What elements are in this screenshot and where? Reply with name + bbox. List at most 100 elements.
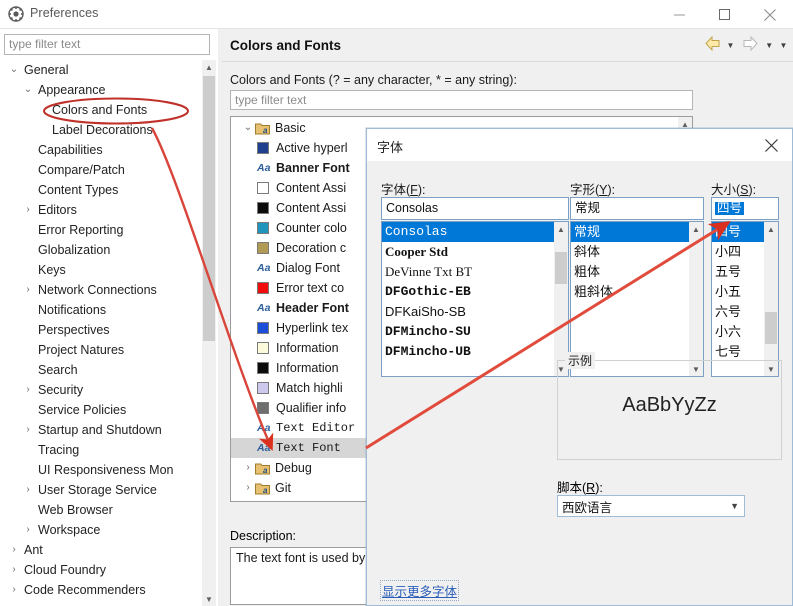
font-family-option[interactable]: Consolas [382, 222, 554, 242]
chevron-right-icon[interactable]: › [20, 380, 36, 400]
chevron-right-icon[interactable]: › [20, 520, 36, 540]
close-icon[interactable] [747, 0, 792, 29]
font-family-option[interactable]: DFGothic-EB [382, 282, 554, 302]
minimize-icon[interactable] [657, 0, 702, 29]
sidebar-item-editors[interactable]: › Editors [0, 200, 218, 220]
scrollbar-thumb[interactable] [555, 252, 567, 284]
font-style-option[interactable]: 常规 [571, 222, 689, 242]
scroll-down-icon[interactable]: ▼ [202, 592, 216, 606]
font-style-input[interactable]: 常规 [570, 197, 704, 220]
chevron-right-icon[interactable]: › [241, 458, 255, 478]
font-family-option[interactable]: Cooper Std [382, 242, 554, 262]
folder-icon: a [255, 121, 271, 135]
scroll-up-icon[interactable]: ▲ [202, 60, 216, 74]
sidebar-item-capabilities[interactable]: Capabilities [0, 140, 218, 160]
font-size-input-value: 四号 [715, 201, 745, 216]
font-size-option[interactable]: 五号 [712, 262, 764, 282]
back-arrow-icon[interactable] [703, 35, 722, 55]
sidebar-filter-input[interactable]: type filter text [4, 34, 210, 55]
scrollbar-thumb[interactable] [203, 76, 215, 341]
forward-arrow-icon[interactable] [741, 35, 760, 55]
sidebar-item-search[interactable]: Search [0, 360, 218, 380]
sidebar-item-content-types[interactable]: Content Types [0, 180, 218, 200]
colors-fonts-row-label: Header Font [276, 301, 349, 315]
chevron-down-icon[interactable]: ▼ [730, 501, 739, 511]
scroll-up-icon[interactable]: ▲ [764, 222, 778, 236]
sidebar-item-ui-responsiveness-mon[interactable]: UI Responsiveness Mon [0, 460, 218, 480]
sidebar-item-cloud-foundry[interactable]: › Cloud Foundry [0, 560, 218, 580]
scroll-up-icon[interactable]: ▲ [689, 222, 703, 236]
sidebar-item-workspace[interactable]: › Workspace [0, 520, 218, 540]
sidebar-item-appearance[interactable]: ⌄ Appearance [0, 80, 218, 100]
sidebar-item-globalization[interactable]: Globalization [0, 240, 218, 260]
show-more-fonts-link[interactable]: 显示更多字体 [379, 580, 460, 601]
font-family-option[interactable]: DFMincho-SU [382, 322, 554, 342]
font-style-option[interactable]: 粗体 [571, 262, 689, 282]
font-style-option[interactable]: 粗斜体 [571, 282, 689, 302]
chevron-down-icon[interactable]: ⌄ [6, 60, 22, 80]
sidebar-item-general[interactable]: ⌄ General [0, 60, 218, 80]
forward-dropdown-icon[interactable]: ▼ [764, 41, 775, 50]
sidebar-item-label: Service Policies [38, 403, 127, 417]
font-family-list[interactable]: Consolas Cooper Std DeVinne Txt BT DFGothic… [381, 221, 569, 377]
sidebar-item-user-storage-service[interactable]: › User Storage Service [0, 480, 218, 500]
sidebar-item-service-policies[interactable]: Service Policies [0, 400, 218, 420]
chevron-right-icon[interactable]: › [6, 580, 22, 600]
sidebar-item-ant[interactable]: › Ant [0, 540, 218, 560]
sidebar-scrollbar[interactable]: ▲ ▼ [202, 60, 216, 606]
sidebar-item-compare-patch[interactable]: Compare/Patch [0, 160, 218, 180]
sidebar-item-notifications[interactable]: Notifications [0, 300, 218, 320]
scroll-up-icon[interactable]: ▲ [554, 222, 568, 236]
sidebar-item-web-browser[interactable]: Web Browser [0, 500, 218, 520]
font-family-option[interactable]: DFMincho-UB [382, 342, 554, 362]
font-size-option[interactable]: 四号 [712, 222, 764, 242]
chevron-right-icon[interactable]: › [6, 540, 22, 560]
sidebar-item-tracing[interactable]: Tracing [0, 440, 218, 460]
font-style-scrollbar[interactable]: ▲ ▼ [689, 222, 703, 376]
font-family-input[interactable]: Consolas [381, 197, 569, 220]
font-size-option[interactable]: 六号 [712, 302, 764, 322]
font-size-option[interactable]: 小六 [712, 322, 764, 342]
sidebar-tree[interactable]: ⌄ General ⌄ Appearance Colors and Fonts Label… [0, 60, 218, 606]
chevron-right-icon[interactable]: › [20, 420, 36, 440]
back-dropdown-icon[interactable]: ▼ [725, 41, 736, 50]
font-aa-icon: Aa [257, 302, 271, 314]
font-family-option[interactable]: DFKaiSho-SB [382, 302, 554, 322]
window-title: Preferences [30, 6, 99, 20]
font-aa-icon: Aa [257, 262, 271, 274]
font-size-input[interactable]: 四号 [711, 197, 779, 220]
scrollbar-thumb[interactable] [765, 312, 777, 344]
sidebar-item-code-recommenders[interactable]: › Code Recommenders [0, 580, 218, 600]
sidebar-item-label-decorations[interactable]: Label Decorations [0, 120, 218, 140]
font-size-option[interactable]: 小五 [712, 282, 764, 302]
font-size-scrollbar[interactable]: ▲ ▼ [764, 222, 778, 376]
chevron-right-icon[interactable]: › [20, 280, 36, 300]
font-family-option[interactable]: DeVinne Txt BT [382, 262, 554, 282]
close-icon[interactable] [750, 129, 792, 161]
font-size-list[interactable]: 四号 小四 五号 小五 六号 小六 七号 ▲ ▼ [711, 221, 779, 377]
colors-fonts-row-label: Information [276, 341, 339, 355]
chevron-right-icon[interactable]: › [20, 480, 36, 500]
more-dropdown-icon[interactable]: ▼ [778, 41, 789, 50]
colors-fonts-filter-input[interactable]: type filter text [230, 90, 693, 110]
chevron-right-icon[interactable]: › [20, 200, 36, 220]
sidebar-item-keys[interactable]: Keys [0, 260, 218, 280]
sidebar-item-error-reporting[interactable]: Error Reporting [0, 220, 218, 240]
maximize-icon[interactable] [702, 0, 747, 29]
chevron-down-icon[interactable]: ⌄ [20, 80, 36, 100]
sidebar-item-startup-and-shutdown[interactable]: › Startup and Shutdown [0, 420, 218, 440]
sidebar-item-network-connections[interactable]: › Network Connections [0, 280, 218, 300]
script-select[interactable]: 西欧语言 ▼ [557, 495, 745, 517]
sidebar-item-perspectives[interactable]: Perspectives [0, 320, 218, 340]
font-style-option[interactable]: 斜体 [571, 242, 689, 262]
sidebar-item-project-natures[interactable]: Project Natures [0, 340, 218, 360]
font-size-option[interactable]: 七号 [712, 342, 764, 362]
sidebar-item-colors-and-fonts[interactable]: Colors and Fonts [0, 100, 218, 120]
font-size-option[interactable]: 小四 [712, 242, 764, 262]
chevron-right-icon[interactable]: › [6, 560, 22, 580]
chevron-down-icon[interactable]: ⌄ [241, 118, 255, 138]
chevron-right-icon[interactable]: › [241, 478, 255, 498]
sidebar-item-security[interactable]: › Security [0, 380, 218, 400]
